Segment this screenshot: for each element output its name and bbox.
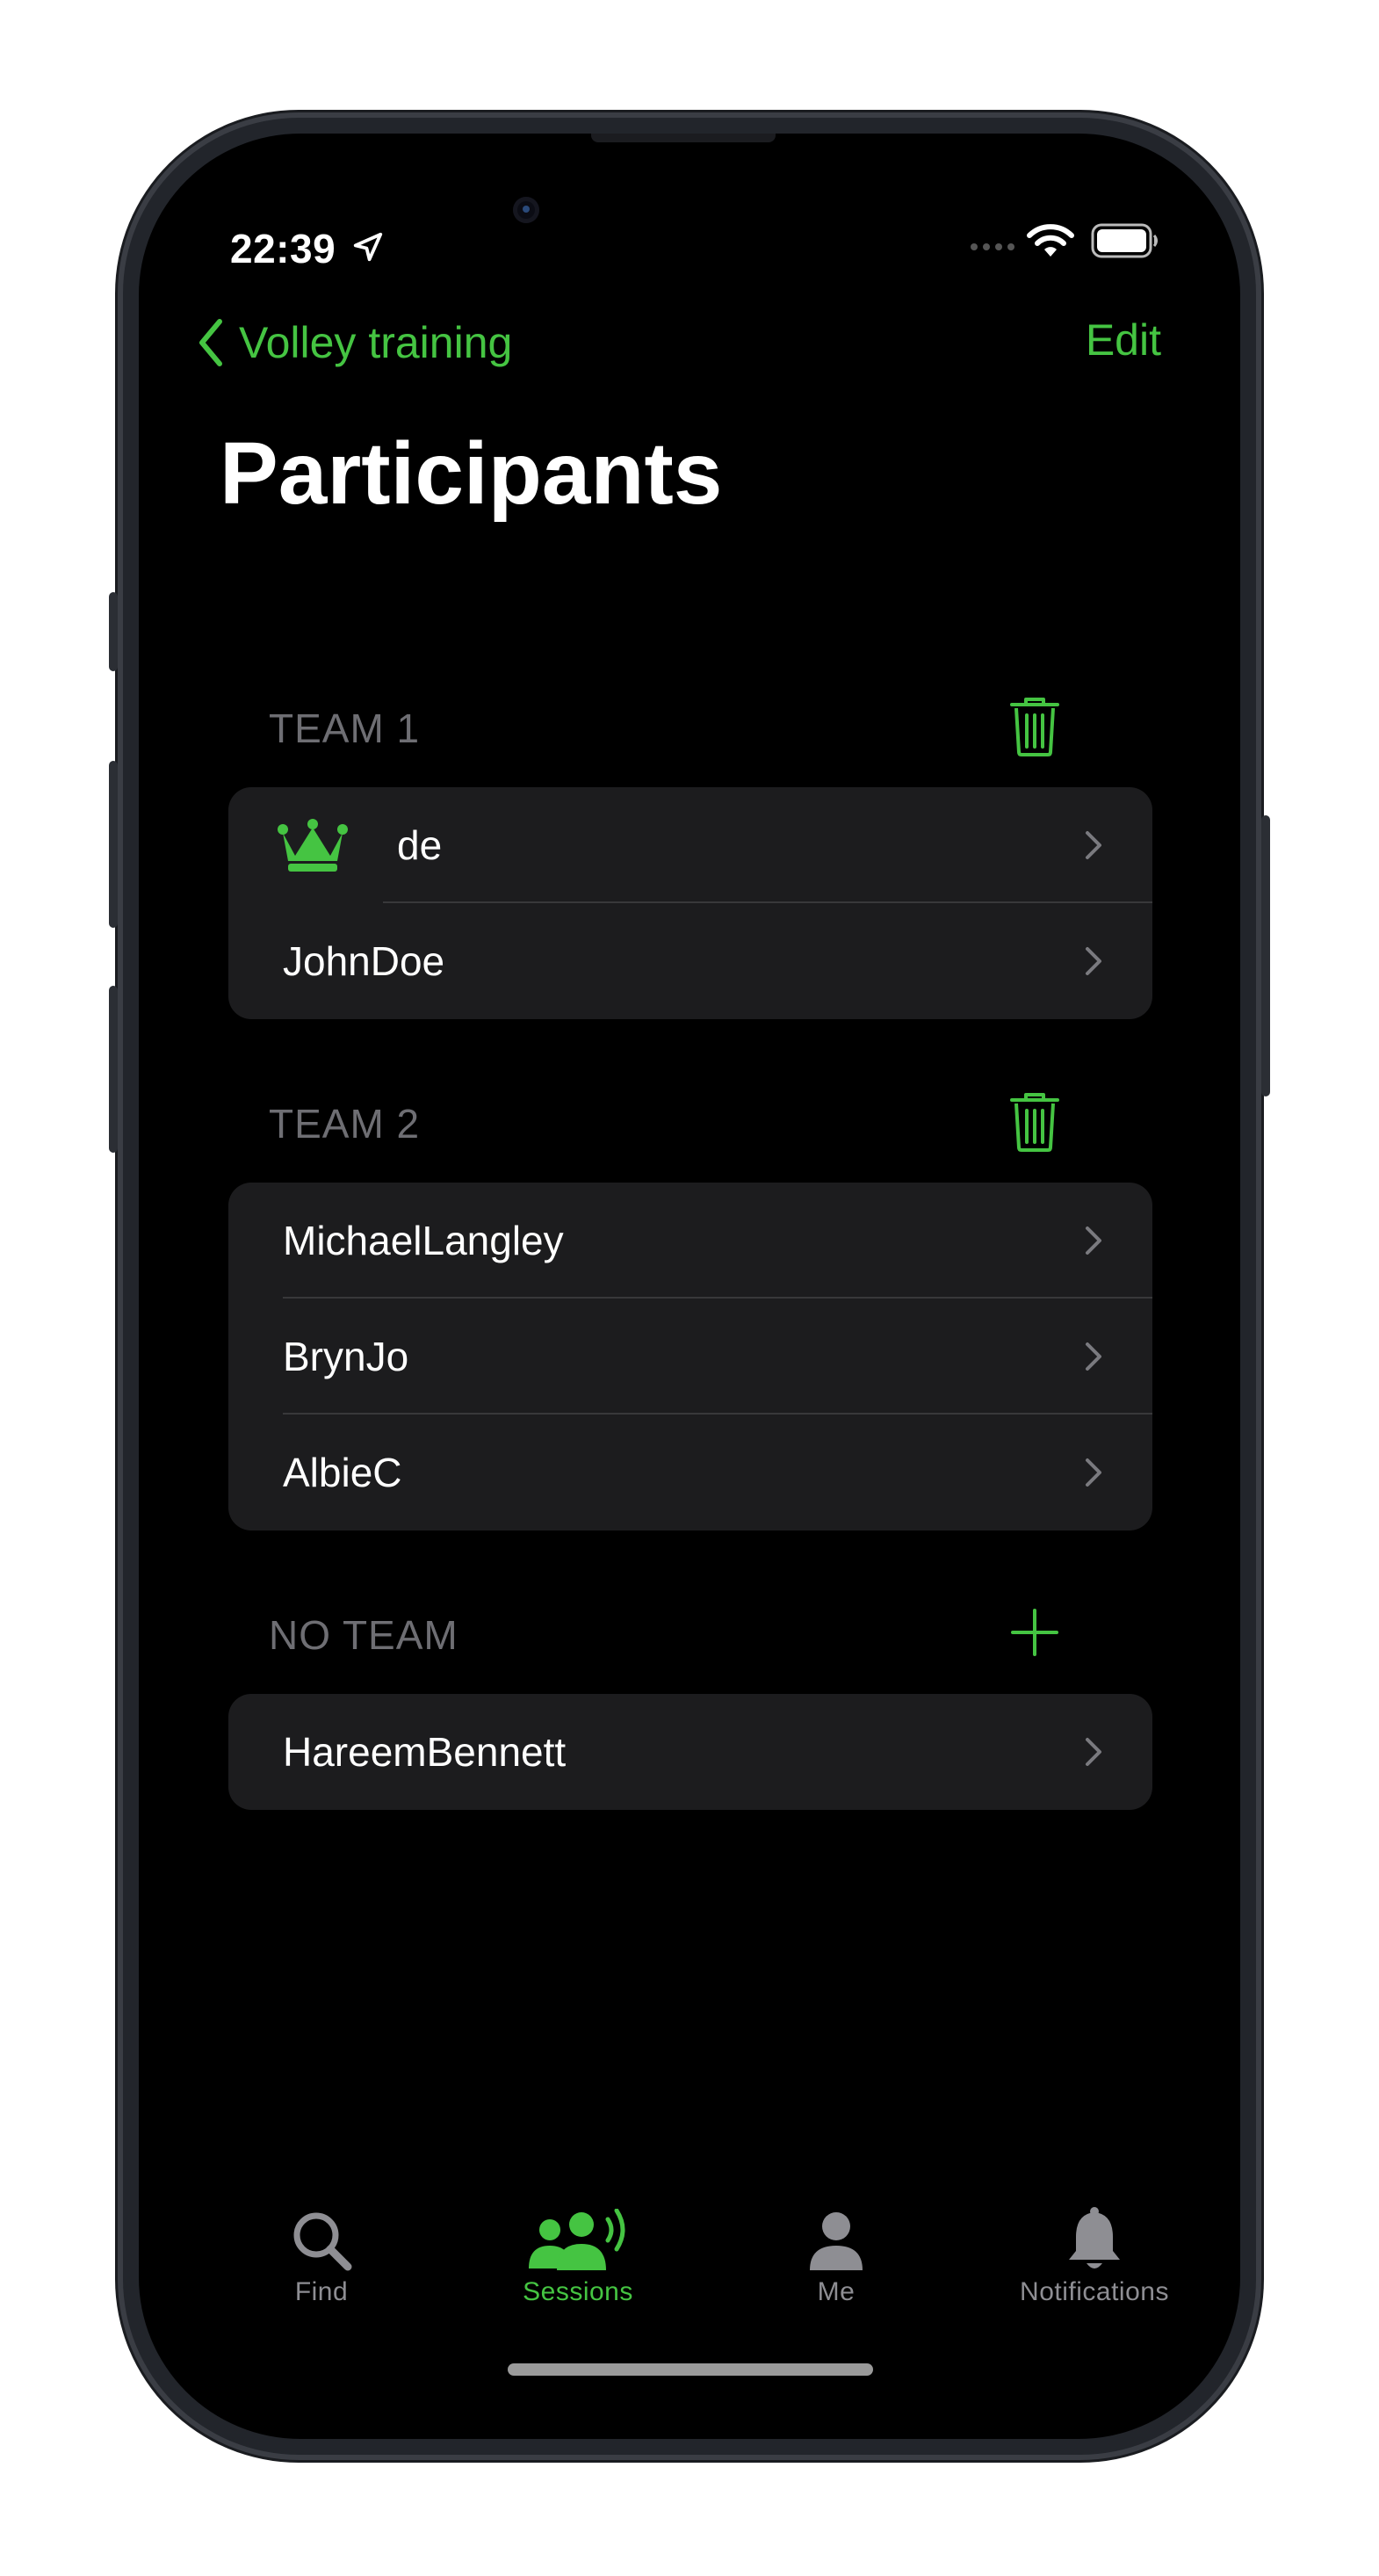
- participant-row[interactable]: JohnDoe: [228, 903, 1152, 1019]
- tab-label: Sessions: [523, 2277, 633, 2306]
- app-screen: 22:39 Volley training Edit Participants …: [139, 134, 1240, 2439]
- location-arrow-icon: [351, 230, 385, 268]
- section-header-no-team: NO TEAM: [269, 1599, 1147, 1669]
- team-2-list: MichaelLangley BrynJo AlbieC: [228, 1183, 1152, 1530]
- participant-name: BrynJo: [283, 1334, 409, 1379]
- speaker-grille: [591, 134, 776, 142]
- trash-icon: [1008, 1089, 1061, 1157]
- volume-down-button: [109, 986, 118, 1153]
- participant-name: AlbieC: [283, 1450, 402, 1495]
- person-icon: [808, 2189, 864, 2272]
- magnifying-glass-icon: [290, 2189, 353, 2272]
- participant-row[interactable]: MichaelLangley: [228, 1183, 1152, 1299]
- chevron-right-icon: [1084, 1225, 1103, 1261]
- mute-switch: [109, 592, 118, 671]
- wifi-icon: [1026, 221, 1075, 264]
- status-time: 22:39: [230, 226, 336, 271]
- bell-icon: [1065, 2189, 1123, 2272]
- back-button[interactable]: Volley training: [197, 309, 512, 376]
- tab-find[interactable]: Find: [207, 2189, 436, 2321]
- chevron-right-icon: [1084, 1457, 1103, 1493]
- volume-up-button: [109, 761, 118, 928]
- tab-label: Me: [817, 2277, 856, 2306]
- participant-name: MichaelLangley: [283, 1218, 564, 1263]
- tab-sessions[interactable]: Sessions: [464, 2189, 692, 2321]
- participant-name: de: [397, 822, 443, 868]
- back-button-label: Volley training: [239, 318, 513, 367]
- section-title: TEAM 1: [269, 706, 421, 751]
- chevron-right-icon: [1084, 829, 1103, 865]
- no-team-list: HareemBennett: [228, 1694, 1152, 1810]
- section-title: TEAM 2: [269, 1101, 421, 1147]
- trash-icon: [1008, 694, 1061, 762]
- delete-team-2-button[interactable]: [1000, 1088, 1070, 1158]
- people-broadcast-icon: [523, 2189, 632, 2272]
- participant-name: JohnDoe: [283, 938, 445, 984]
- phone-frame: 22:39 Volley training Edit Participants …: [109, 118, 1270, 2455]
- participant-row[interactable]: BrynJo: [228, 1299, 1152, 1415]
- participant-row[interactable]: HareemBennett: [228, 1694, 1152, 1810]
- add-team-button[interactable]: [1000, 1599, 1070, 1669]
- home-indicator: [508, 2363, 873, 2376]
- page-title: Participants: [220, 424, 723, 523]
- delete-team-1-button[interactable]: [1000, 692, 1070, 763]
- tab-notifications[interactable]: Notifications: [980, 2189, 1209, 2321]
- participant-row[interactable]: AlbieC: [228, 1415, 1152, 1530]
- crown-icon: [276, 817, 350, 878]
- power-button: [1261, 815, 1270, 1096]
- chevron-right-icon: [1084, 1341, 1103, 1377]
- cellular-signal-icon: [970, 241, 1015, 257]
- tab-me[interactable]: Me: [722, 2189, 950, 2321]
- chevron-right-icon: [1084, 1736, 1103, 1772]
- tab-label: Find: [294, 2277, 349, 2306]
- chevron-left-icon: [197, 318, 223, 367]
- participant-name: HareemBennett: [283, 1729, 567, 1775]
- tab-label: Notifications: [1020, 2277, 1169, 2306]
- edit-button[interactable]: Edit: [1086, 315, 1161, 365]
- plus-icon: [1009, 1607, 1060, 1662]
- section-header-team-1: TEAM 1: [269, 692, 1147, 763]
- section-header-team-2: TEAM 2: [269, 1088, 1147, 1158]
- participant-row[interactable]: de: [228, 787, 1152, 903]
- battery-icon: [1091, 223, 1159, 263]
- section-title: NO TEAM: [269, 1612, 458, 1658]
- team-1-list: de JohnDoe: [228, 787, 1152, 1019]
- front-camera: [513, 197, 539, 223]
- chevron-right-icon: [1084, 945, 1103, 981]
